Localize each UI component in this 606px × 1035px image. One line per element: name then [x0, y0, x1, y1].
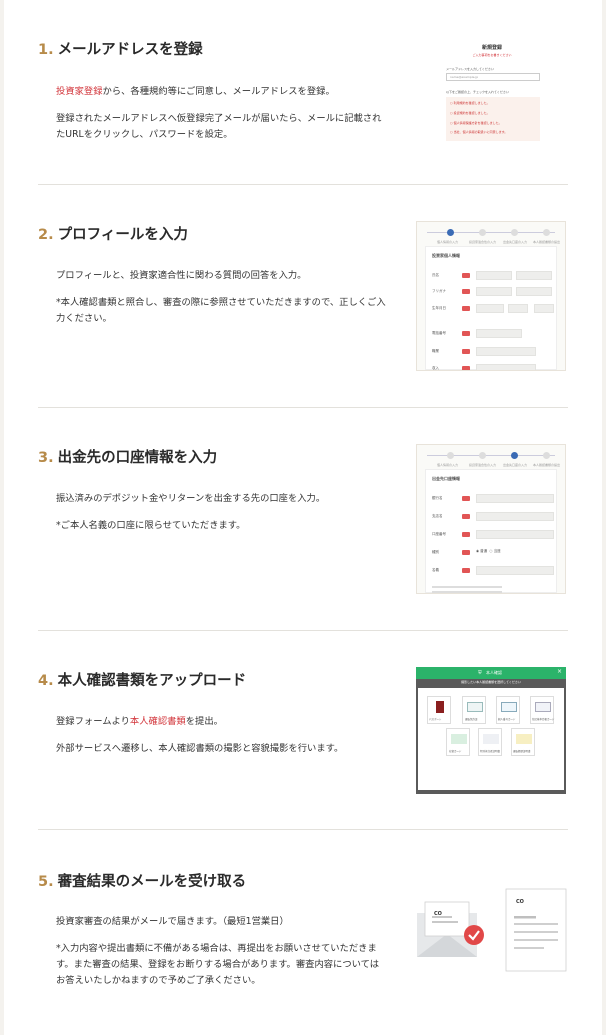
form-row: 口座番号 [432, 530, 554, 540]
divider [38, 407, 568, 408]
divider [38, 829, 568, 830]
progress-stepper: 個人情報の入力 投資家適合性の入力 出金先口座の入力 本人確認書類の提出 [427, 229, 560, 244]
step-description: 投資家登録から、各種規約等にご同意し、メールアドレスを登録。 登録されたメールア… [56, 86, 382, 140]
profile-form-card: 投資家個人情報 氏名 フリガナ 生年月日 電話番号 職業 収入 [425, 246, 557, 370]
step-number: 4. [38, 673, 54, 689]
form-row: 生年月日 [432, 304, 554, 314]
register-form-card: 新規登録 ご入力事項をお書きください メールアドレスを入力してください name… [444, 40, 540, 148]
step-title: 4. 本人確認書類をアップロード [38, 673, 247, 689]
step-description: プロフィールと、投資家適合性に関わる質問の回答を入力。 *本人確認書類と照合し、… [56, 270, 386, 324]
id-upload-screenshot: ⛨ 本人確認 × 撮影したい本人確認書類を選択してください パスポート 運転免許… [416, 667, 566, 794]
close-icon: × [556, 668, 562, 675]
check-item: ○ 投資規約を確認しました。 [450, 111, 490, 115]
form-row: 銀行名 [432, 494, 554, 504]
form-row: 収入 [432, 364, 550, 370]
register-subtitle: ご入力事項をお書きください [472, 53, 512, 57]
step-title: 3. 出金先の口座情報を入力 [38, 450, 218, 466]
profile-form-screenshot: 個人情報の入力 投資家適合性の入力 出金先口座の入力 本人確認書類の提出 投資家… [416, 221, 566, 371]
form-row: 職業 [432, 347, 550, 357]
checklist-box: ○ 利用規約を確認しました。 ○ 投資規約を確認しました。 ○ 個人情報保護方針… [446, 97, 540, 141]
form-row: 電話番号 [432, 329, 550, 339]
envelope-icon [417, 888, 567, 972]
form-row: 支店名 [432, 512, 554, 522]
doc-option: 個人番号カード [496, 696, 520, 724]
form-row: 名義 [432, 566, 554, 576]
doc-option: パスポート [427, 696, 451, 724]
investor-register-link[interactable]: 投資家登録 [56, 86, 103, 97]
upload-header: ⛨ 本人確認 × [416, 667, 566, 679]
co-logo: CO [516, 899, 524, 905]
step-number: 5. [38, 874, 54, 890]
doc-option: 特別永住者証明書 [478, 728, 502, 756]
step-number: 1. [38, 42, 54, 58]
step-number: 3. [38, 450, 54, 466]
email-field: name@example.jp [446, 73, 540, 81]
form-row: 種別 ◉ 普通 ○ 当座 [432, 549, 501, 555]
document-choice-panel: パスポート 運転免許証 個人番号カード 住民基本台帳カード 在留カード 特別永住… [418, 688, 564, 790]
progress-stepper: 個人情報の入力 投資家適合性の入力 出金先口座の入力 本人確認書類の提出 [427, 452, 560, 467]
step-title: 2. プロフィールを入力 [38, 227, 188, 243]
step-title: 1. メールアドレスを登録 [38, 42, 203, 58]
divider [38, 184, 568, 185]
register-title: 新規登録 [481, 45, 502, 51]
divider [38, 630, 568, 631]
check-item: ○ 利用規約を確認しました。 [450, 101, 490, 105]
form-row: フリガナ [432, 287, 552, 297]
check-heading: 以下をご確認の上、チェックを入れてください [446, 90, 509, 94]
page: 1. メールアドレスを登録 投資家登録から、各種規約等にご同意し、メールアドレスを… [4, 0, 602, 1035]
step-description: 登録フォームより本人確認書類を提出。 外部サービスへ遷移し、本人確認書類の撮影と… [56, 716, 344, 754]
email-field-label: メールアドレスを入力してください [446, 67, 494, 71]
check-item: ○ 個人情報保護方針を確認しました。 [450, 121, 502, 125]
doc-option: 住民基本台帳カード [530, 696, 555, 724]
form-notes [432, 586, 502, 593]
email-register-screenshot: 新規登録 ご入力事項をお書きください メールアドレスを入力してください name… [444, 40, 542, 150]
step-title: 5. 審査結果のメールを受け取る [38, 874, 247, 890]
doc-option: 運転経歴証明書 [511, 728, 535, 756]
step-number: 2. [38, 227, 54, 243]
co-logo: CO [434, 911, 442, 917]
check-item: ○ 当社、個人情報の取扱いに同意します。 [450, 130, 508, 134]
review-mail-illustration: CO CO [416, 888, 568, 974]
doc-option: 運転免許証 [462, 696, 486, 724]
bank-account-form-screenshot: 個人情報の入力 投資家適合性の入力 出金先口座の入力 本人確認書類の提出 出金先… [416, 444, 566, 594]
step-description: 投資家審査の結果がメールで届きます。（最短1営業日） *入力内容や提出書類に不備… [56, 916, 380, 986]
step-description: 振込済みのデポジット金やリターンを出金する先の口座を入力。 *ご本人名義の口座に… [56, 493, 326, 531]
upload-banner: 撮影したい本人確認書類を選択してください [461, 680, 521, 684]
bank-form-card: 出金先口座情報 銀行名 支店名 口座番号 種別 ◉ 普通 ○ 当座 名義 [425, 469, 557, 593]
form-row: 氏名 [432, 271, 552, 281]
identity-document-link[interactable]: 本人確認書類 [130, 716, 186, 727]
shield-icon: ⛨ [478, 670, 482, 676]
doc-option: 在留カード [446, 728, 470, 756]
